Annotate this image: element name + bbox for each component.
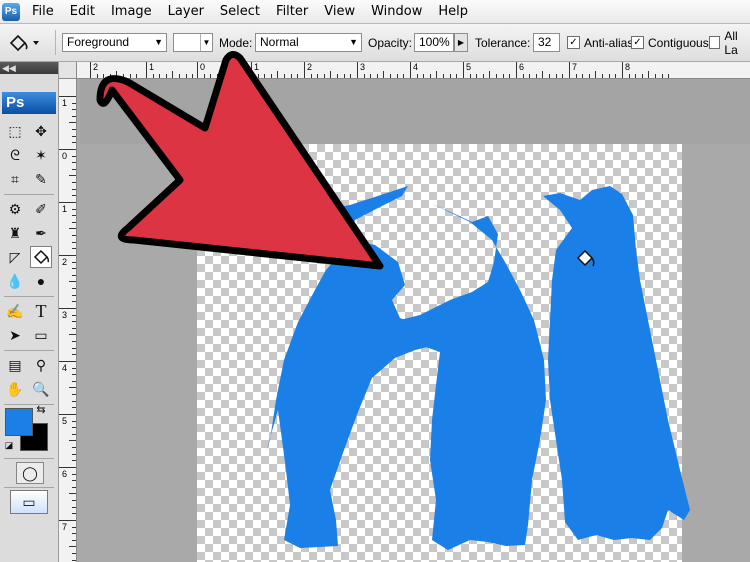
- penguin-middle: [395, 203, 546, 550]
- red-arrow-annotation: [96, 51, 384, 270]
- penguin-right: [543, 186, 690, 540]
- foreground-color-swatch[interactable]: [5, 408, 33, 436]
- artwork-layer: [96, 51, 690, 550]
- ruler-origin[interactable]: [59, 62, 77, 79]
